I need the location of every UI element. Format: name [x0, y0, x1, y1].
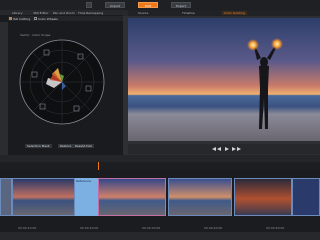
- mode-tab-edit[interactable]: Edit: [138, 2, 158, 8]
- timecode-label: 00:00:10:00: [18, 226, 37, 230]
- mode-tab-import[interactable]: Import: [105, 2, 125, 8]
- video-preview: [128, 18, 320, 141]
- vectorscope: [19, 39, 105, 125]
- timeline-clip[interactable]: [234, 178, 292, 216]
- top-bar: [0, 0, 320, 10]
- home-icon[interactable]: [86, 2, 92, 8]
- forward-icon: [232, 147, 236, 151]
- timeline-clip[interactable]: [168, 178, 232, 216]
- restore-button[interactable]: Restore: [58, 144, 74, 148]
- color-wheels-label: Color Wheels: [38, 16, 58, 21]
- play-icon: [225, 147, 229, 151]
- timeline-clip[interactable]: [292, 178, 320, 216]
- color-wheels-checkbox[interactable]: [34, 17, 37, 20]
- iso-cutting-label: ISO Cutting: [13, 16, 31, 21]
- timeline-toolbar: [0, 155, 320, 162]
- transition-gap: [75, 178, 98, 216]
- clip-tag: Reference: [76, 179, 92, 183]
- timeline-clip[interactable]: [98, 178, 166, 216]
- tab-source[interactable]: Source: [136, 11, 150, 15]
- timecode-label: 00:00:30:00: [142, 226, 161, 230]
- bottom-bar: [0, 232, 320, 240]
- timecode-label: 00:00:20:00: [80, 226, 99, 230]
- timecode-label: 00:00:50:00: [266, 226, 285, 230]
- tab-color-grading[interactable]: Color Grading: [222, 11, 247, 15]
- transport-controls: [212, 147, 241, 151]
- timeline-clip[interactable]: [0, 178, 12, 216]
- timeline-clip[interactable]: [12, 178, 75, 216]
- left-side-strip: [0, 22, 8, 155]
- reset-button[interactable]: Reset/Undo: [73, 144, 95, 148]
- mode-tab-export[interactable]: Export: [171, 2, 191, 8]
- rewind-icon: [212, 147, 216, 151]
- timecode-label: 00:00:40:00: [204, 226, 223, 230]
- tab-timeline[interactable]: Timeline: [180, 11, 197, 15]
- iso-cutting-checkbox[interactable]: [9, 17, 12, 20]
- timeline-ruler: [0, 162, 320, 170]
- selection-mask-button[interactable]: Selection Mask: [25, 144, 52, 148]
- scope-header: Vector · Color Scope: [20, 33, 51, 37]
